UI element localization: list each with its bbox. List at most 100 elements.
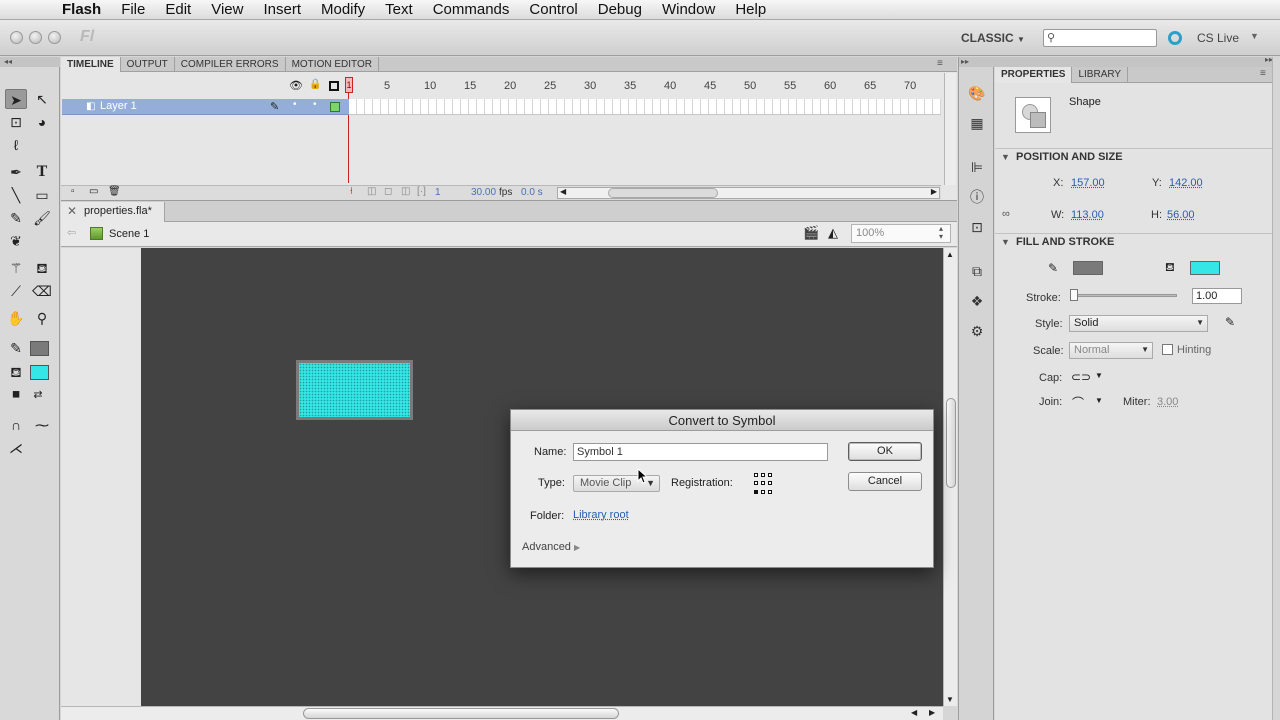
back-arrow-icon[interactable]: ⇦ xyxy=(67,226,76,239)
stage-horizontal-thumb[interactable] xyxy=(303,708,619,719)
panel-menu-icon[interactable]: ≡ xyxy=(937,58,943,69)
transform-panel-icon[interactable]: ⊡ xyxy=(968,218,986,236)
cs-live-icon[interactable] xyxy=(1168,31,1182,45)
menu-view[interactable]: View xyxy=(201,1,253,18)
hinting-checkbox[interactable] xyxy=(1162,344,1173,355)
smooth-icon[interactable]: ⁓ xyxy=(31,415,53,435)
chevron-down-icon[interactable]: ▼ xyxy=(1095,371,1103,380)
frame-rate[interactable]: 30.00 xyxy=(471,187,496,198)
expand-arrows-icon[interactable]: ▸▸ xyxy=(959,57,995,67)
paint-bucket-tool-icon[interactable]: ⛾ xyxy=(31,258,53,278)
tab-properties[interactable]: PROPERTIES xyxy=(995,67,1073,83)
menu-edit[interactable]: Edit xyxy=(155,1,201,18)
join-round-icon[interactable]: ⌒ xyxy=(1072,394,1084,411)
reg-point[interactable] xyxy=(761,481,765,486)
position-size-section[interactable]: ▼ POSITION AND SIZE xyxy=(995,148,1280,166)
minimize-window-button[interactable] xyxy=(29,31,42,44)
cap-round-icon[interactable]: ⊂⊃ xyxy=(1071,370,1091,384)
lasso-tool-icon[interactable]: ℓ xyxy=(5,135,27,155)
timeline-scroll-thumb[interactable] xyxy=(608,188,718,198)
zoom-stepper-icon[interactable]: ▴ ▾ xyxy=(933,225,949,242)
edit-stroke-style-icon[interactable]: ✎ xyxy=(1225,315,1235,329)
fill-color-swatch[interactable] xyxy=(30,365,49,380)
lock-dot[interactable]: • xyxy=(313,99,317,110)
menu-window[interactable]: Window xyxy=(652,1,725,18)
layer-name[interactable]: Layer 1 xyxy=(100,100,137,112)
outline-color-box[interactable] xyxy=(330,102,340,112)
brush-tool-icon[interactable]: 🖌 xyxy=(31,208,53,228)
scroll-right-icon[interactable]: ▶ xyxy=(929,708,935,717)
close-icon[interactable]: ✕ xyxy=(67,204,77,218)
chevron-down-icon[interactable]: ▼ xyxy=(1095,396,1103,405)
stroke-color-swatch[interactable] xyxy=(1073,261,1103,275)
x-value[interactable]: 157.00 xyxy=(1071,177,1105,189)
menu-modify[interactable]: Modify xyxy=(311,1,375,18)
eyedropper-tool-icon[interactable]: ⟋ xyxy=(5,281,27,301)
onion-skin-icon[interactable]: ◫ xyxy=(367,186,376,197)
selected-rectangle-shape[interactable] xyxy=(296,360,413,420)
timeline-horizontal-scrollbar[interactable]: ◀ ▶ xyxy=(557,187,940,199)
stage-vertical-thumb[interactable] xyxy=(946,398,956,488)
reg-point[interactable] xyxy=(754,481,758,486)
timeline-vertical-scrollbar[interactable] xyxy=(944,73,956,185)
menu-help[interactable]: Help xyxy=(725,1,776,18)
scale-select[interactable]: Normal ▼ xyxy=(1069,342,1153,359)
w-value[interactable]: 113.00 xyxy=(1071,209,1104,221)
stroke-color-swatch[interactable] xyxy=(30,341,49,356)
modify-onion-markers-icon[interactable]: [·] xyxy=(417,186,426,197)
folder-link[interactable]: Library root xyxy=(573,509,629,521)
close-window-button[interactable] xyxy=(10,31,23,44)
pencil-tool-icon[interactable]: ✎ xyxy=(5,208,27,228)
help-search-input[interactable]: ⚲ xyxy=(1043,29,1157,47)
text-tool-icon[interactable]: T xyxy=(31,162,53,182)
reg-point[interactable] xyxy=(768,489,772,494)
new-layer-icon[interactable]: ▫ xyxy=(71,186,75,197)
fill-stroke-section[interactable]: ▼ FILL AND STROKE xyxy=(995,233,1280,251)
scroll-up-icon[interactable]: ▲ xyxy=(946,250,954,259)
playhead[interactable] xyxy=(348,79,349,183)
scene-breadcrumb[interactable]: Scene 1 xyxy=(109,228,149,240)
reg-point[interactable] xyxy=(761,489,765,494)
y-value[interactable]: 142.00 xyxy=(1169,177,1203,189)
frame-grid[interactable] xyxy=(349,99,941,115)
color-panel-icon[interactable]: 🎨 xyxy=(968,84,986,102)
zoom-window-button[interactable] xyxy=(48,31,61,44)
line-tool-icon[interactable]: ╲ xyxy=(5,185,27,205)
scroll-right-icon[interactable]: ▶ xyxy=(931,187,937,196)
collapse-arrows-icon[interactable]: ◂◂ xyxy=(0,57,60,67)
eraser-tool-icon[interactable]: ⌫ xyxy=(31,281,53,301)
stroke-slider-thumb[interactable] xyxy=(1070,289,1078,301)
motion-presets-icon[interactable]: ⚙ xyxy=(968,322,986,340)
zoom-tool-icon[interactable]: ⚲ xyxy=(31,308,53,328)
ok-button[interactable]: OK xyxy=(848,442,922,461)
menu-debug[interactable]: Debug xyxy=(588,1,652,18)
snap-to-objects-icon[interactable]: ∩ xyxy=(5,415,27,435)
reg-point-selected[interactable] xyxy=(754,489,758,494)
playhead-handle[interactable]: 1 xyxy=(345,77,353,93)
scroll-down-icon[interactable]: ▼ xyxy=(946,695,954,704)
cs-live-label[interactable]: CS Live xyxy=(1197,31,1239,45)
reg-point[interactable] xyxy=(768,481,772,486)
menu-text[interactable]: Text xyxy=(375,1,423,18)
reg-point[interactable] xyxy=(754,473,758,477)
scroll-left-icon[interactable]: ◀ xyxy=(911,708,917,717)
straighten-icon[interactable]: ⋌ xyxy=(5,438,27,458)
tab-output[interactable]: OUTPUT xyxy=(121,57,175,72)
black-white-icon[interactable]: ◼ xyxy=(5,385,27,405)
h-value[interactable]: 56.00 xyxy=(1167,209,1195,221)
outline-layers-icon[interactable] xyxy=(329,81,339,91)
edit-symbols-icon[interactable]: ◭ xyxy=(828,225,838,241)
cancel-button[interactable]: Cancel xyxy=(848,472,922,491)
stage-vertical-scrollbar[interactable]: ▲ ▼ xyxy=(943,248,957,706)
new-folder-icon[interactable]: ▭ xyxy=(89,186,98,197)
stroke-style-select[interactable]: Solid ▼ xyxy=(1069,315,1208,332)
show-hide-layers-icon[interactable]: 👁 xyxy=(289,79,303,92)
hand-tool-icon[interactable]: ✋ xyxy=(5,308,27,328)
code-snippets-icon[interactable]: ⧉ xyxy=(968,262,986,280)
swap-colors-icon[interactable]: ⇄ xyxy=(27,385,49,405)
selection-tool-icon[interactable]: ➤ xyxy=(5,89,27,109)
current-frame[interactable]: 1 xyxy=(435,187,441,198)
tab-timeline[interactable]: TIMELINE xyxy=(61,57,121,72)
layer-row[interactable]: ◧ Layer 1 ✎ • • xyxy=(62,99,349,115)
subselection-tool-icon[interactable]: ↖ xyxy=(31,89,53,109)
